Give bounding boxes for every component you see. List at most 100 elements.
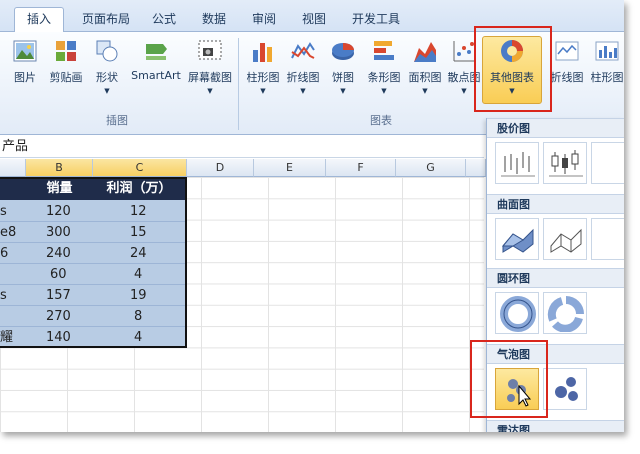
- tab-developer[interactable]: 开发工具: [346, 8, 406, 32]
- group-separator: [238, 38, 239, 130]
- area-chart-icon: [414, 42, 436, 62]
- table-row-name[interactable]: 6: [0, 243, 8, 264]
- line-chart-icon: [291, 42, 315, 59]
- column-header-e[interactable]: E: [254, 159, 326, 177]
- area-chart-button[interactable]: 面积图 ▼: [406, 38, 444, 108]
- tab-page-layout[interactable]: 页面布局: [76, 8, 136, 32]
- picture-label: 图片: [14, 71, 36, 84]
- table-header-row: 销量 利润（万）: [0, 179, 185, 200]
- table-cell-sales[interactable]: 240: [46, 243, 71, 264]
- sparkline-line-button[interactable]: 折线图: [548, 38, 586, 108]
- table-cell-sales[interactable]: 120: [46, 201, 71, 222]
- exploded-doughnut-icon: [547, 296, 584, 332]
- table-row-name[interactable]: 耀: [0, 327, 13, 348]
- illustrations-group-label: 插图: [106, 114, 128, 127]
- doughnut-icon: [500, 296, 536, 332]
- column-header-d[interactable]: D: [187, 159, 254, 177]
- table-row-name[interactable]: s: [0, 285, 7, 306]
- stock-chart-option-2[interactable]: [543, 142, 587, 184]
- table-cell-profit[interactable]: 4: [134, 264, 142, 285]
- header-sales: 销量: [46, 181, 73, 196]
- bar-chart-icon: [374, 41, 394, 60]
- formula-bar[interactable]: 产品: [0, 136, 484, 158]
- pie-chart-icon: [332, 43, 354, 60]
- surface-chart-option-1[interactable]: [495, 218, 539, 260]
- shapes-button[interactable]: 形状 ▼: [90, 38, 124, 108]
- bubble-3d-chart-option[interactable]: [543, 368, 587, 410]
- selected-data-range[interactable]: 销量 利润（万） s 120 12 e8 300 15 6 240 24 60 …: [0, 177, 187, 348]
- table-cell-profit[interactable]: 24: [130, 243, 147, 264]
- column-header-g[interactable]: G: [396, 159, 466, 177]
- table-row-name[interactable]: s: [0, 201, 7, 222]
- stock-chart-icon: [501, 152, 535, 177]
- charts-group-label: 图表: [370, 114, 392, 127]
- screenshot-label: 屏幕截图: [188, 71, 232, 84]
- pie-chart-button[interactable]: 饼图 ▼: [326, 38, 360, 108]
- area-dropdown-icon: ▼: [422, 87, 428, 95]
- screenshot-button[interactable]: 屏幕截图 ▼: [186, 38, 234, 108]
- column-header-f[interactable]: F: [326, 159, 396, 177]
- table-cell-profit[interactable]: 8: [134, 306, 142, 327]
- excel-window: 插入 页面布局 公式 数据 审阅 视图 开发工具 图片 剪贴画 形状 ▼ Sma…: [0, 0, 624, 432]
- line-chart-button[interactable]: 折线图 ▼: [284, 38, 322, 108]
- stock-candlestick-icon: [549, 150, 583, 177]
- screenshot-dropdown-icon: ▼: [207, 87, 213, 95]
- shapes-label: 形状: [96, 71, 118, 84]
- shapes-dropdown-icon: ▼: [104, 87, 110, 95]
- bar-chart-button[interactable]: 条形图 ▼: [364, 38, 404, 108]
- surface-chart-option-2[interactable]: [543, 218, 587, 260]
- bubble-3d-icon: [555, 377, 578, 401]
- header-profit: 利润（万）: [106, 181, 172, 196]
- tab-view[interactable]: 视图: [296, 8, 332, 32]
- exploded-doughnut-option[interactable]: [543, 292, 587, 334]
- table-cell-sales[interactable]: 300: [46, 222, 71, 243]
- tab-formulas[interactable]: 公式: [146, 8, 182, 32]
- clipart-icon: [56, 41, 76, 61]
- column-header-b[interactable]: B: [26, 159, 93, 177]
- column-header-c[interactable]: C: [93, 159, 187, 177]
- row-divider: [0, 263, 185, 264]
- stock-chart-option-1[interactable]: [495, 142, 539, 184]
- doughnut-chart-option[interactable]: [495, 292, 539, 334]
- picture-button[interactable]: 图片: [8, 38, 42, 108]
- table-cell-sales[interactable]: 60: [50, 264, 67, 285]
- gallery-section-radar: 雷达图: [487, 420, 624, 432]
- other-charts-annotation-box: [474, 26, 552, 112]
- row-divider: [0, 221, 185, 222]
- bubble-chart-annotation-box: [470, 340, 548, 418]
- stock-chart-option-3[interactable]: [591, 142, 624, 184]
- column-chart-label: 柱形图: [246, 71, 280, 84]
- gallery-section-doughnut: 圆环图: [487, 268, 624, 288]
- tab-review[interactable]: 审阅: [246, 8, 282, 32]
- sparkline-column-button[interactable]: 柱形图: [588, 38, 624, 108]
- table-cell-profit[interactable]: 15: [130, 222, 147, 243]
- clipart-label: 剪贴画: [49, 71, 83, 84]
- sparkline-line-icon: [555, 41, 579, 61]
- tab-insert[interactable]: 插入: [14, 7, 64, 33]
- column-header-h[interactable]: [466, 159, 486, 177]
- column-header-a[interactable]: [0, 159, 26, 177]
- table-cell-sales[interactable]: 270: [46, 306, 71, 327]
- table-row-name[interactable]: e8: [0, 222, 16, 243]
- sparkline-column-label: 柱形图: [590, 71, 624, 84]
- table-cell-profit[interactable]: 19: [130, 285, 147, 306]
- smartart-label: SmartArt: [131, 69, 181, 82]
- smartart-button[interactable]: SmartArt: [128, 38, 184, 108]
- column-chart-button[interactable]: 柱形图 ▼: [244, 38, 282, 108]
- clipart-button[interactable]: 剪贴画: [46, 38, 86, 108]
- surface-3d-icon: [501, 228, 534, 253]
- screenshot-icon: [198, 40, 222, 60]
- surface-chart-option-3[interactable]: [591, 218, 624, 260]
- picture-icon: [13, 40, 37, 62]
- tab-data[interactable]: 数据: [196, 8, 232, 32]
- column-dropdown-icon: ▼: [260, 87, 266, 95]
- table-cell-profit[interactable]: 4: [134, 327, 142, 348]
- row-divider: [0, 284, 185, 285]
- table-cell-sales[interactable]: 140: [46, 327, 71, 348]
- row-divider: [0, 242, 185, 243]
- shapes-icon: [96, 40, 118, 62]
- table-cell-sales[interactable]: 157: [46, 285, 71, 306]
- table-cell-profit[interactable]: 12: [130, 201, 147, 222]
- sparkline-column-icon: [595, 41, 619, 61]
- row-divider: [0, 326, 185, 327]
